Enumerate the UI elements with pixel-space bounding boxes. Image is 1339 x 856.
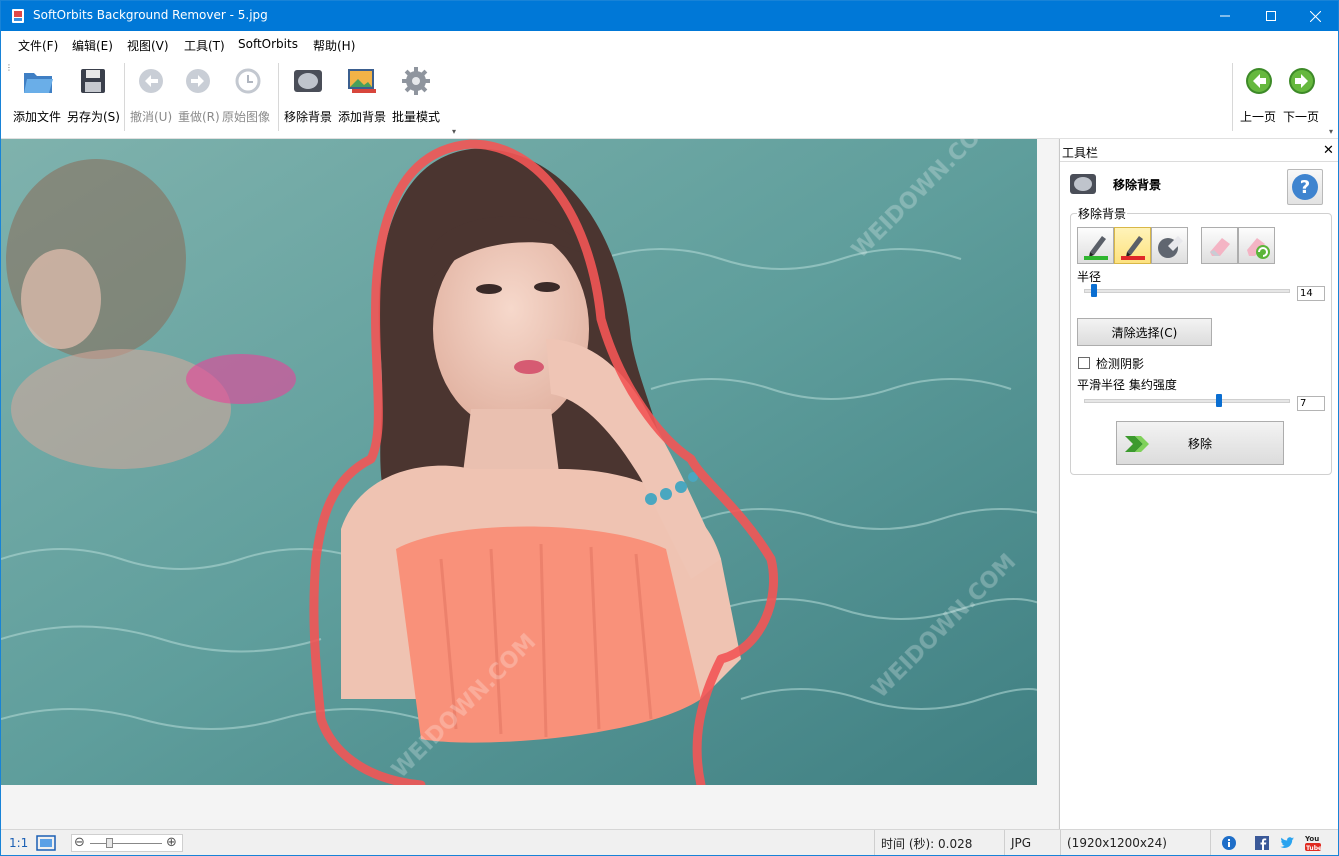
radius-slider-track[interactable] xyxy=(1084,289,1290,293)
image-canvas[interactable]: WEIDOWN.COM WEIDOWN.COM WEIDOWN.COM xyxy=(1,139,1058,829)
toolbar: ⋮ 添加文件 另存为(S) 撤消(U) 重做(R) 原始图像 移除背景 添加背景… xyxy=(1,57,1338,139)
next-page-button[interactable]: 下一页 xyxy=(1282,59,1322,131)
status-dimensions: (1920x1200x24) xyxy=(1060,830,1210,855)
svg-text:Tube: Tube xyxy=(1306,845,1321,852)
keep-marker-button[interactable] xyxy=(1077,227,1114,264)
photo-view[interactable]: WEIDOWN.COM WEIDOWN.COM WEIDOWN.COM xyxy=(1,139,1037,785)
toolbar-overflow[interactable]: ▾ xyxy=(1329,127,1333,136)
twitter-icon[interactable] xyxy=(1279,836,1295,850)
detect-shadow-label: 检测阴影 xyxy=(1096,357,1145,371)
eraser-tool-button[interactable] xyxy=(1151,227,1188,264)
svg-text:?: ? xyxy=(1300,177,1310,198)
minimize-icon xyxy=(1220,15,1230,17)
smooth-slider-thumb[interactable] xyxy=(1216,394,1222,407)
group-caption: 移除背景 xyxy=(1077,205,1128,222)
app-window: SoftOrbits Background Remover - 5.jpg 文件… xyxy=(0,0,1339,856)
zoom-in-icon[interactable]: ⊕ xyxy=(166,835,177,850)
eraser-refresh-button[interactable] xyxy=(1238,227,1275,264)
panel-divider xyxy=(1060,161,1338,162)
menu-file[interactable]: 文件(F) xyxy=(18,37,58,54)
green-arrow-icon xyxy=(1125,436,1149,452)
youtube-icon[interactable]: You Tube xyxy=(1305,834,1321,852)
maximize-icon xyxy=(1266,11,1276,21)
status-format: JPG xyxy=(1004,830,1060,855)
menu-bar: 文件(F) 编辑(E) 视图(V) 工具(T) SoftOrbits 帮助(H) xyxy=(1,31,1338,57)
zoom-slider-track[interactable] xyxy=(90,843,162,844)
add-background-icon xyxy=(348,69,376,93)
detect-shadow-checkbox[interactable] xyxy=(1078,357,1090,369)
toolbar-separator xyxy=(1232,63,1233,131)
menu-tools[interactable]: 工具(T) xyxy=(184,37,225,54)
radius-label: 半径 xyxy=(1077,270,1102,284)
photo-image: WEIDOWN.COM WEIDOWN.COM WEIDOWN.COM xyxy=(1,139,1037,785)
clear-eraser-button[interactable] xyxy=(1201,227,1238,264)
toolbar-grip[interactable]: ⋮ xyxy=(5,63,13,72)
gear-icon xyxy=(402,67,430,95)
zoom-out-icon[interactable]: ⊖ xyxy=(74,835,85,850)
save-as-button[interactable]: 另存为(S) xyxy=(67,59,120,131)
menu-edit[interactable]: 编辑(E) xyxy=(72,37,113,54)
minimize-button[interactable] xyxy=(1202,1,1248,31)
undo-arrow-icon xyxy=(139,69,163,93)
redo-button[interactable]: 重做(R) xyxy=(176,59,220,131)
window-title: SoftOrbits Background Remover - 5.jpg xyxy=(33,8,268,22)
menu-softorbits[interactable]: SoftOrbits xyxy=(238,37,298,51)
title-bar: SoftOrbits Background Remover - 5.jpg xyxy=(1,1,1338,31)
svg-text:You: You xyxy=(1305,835,1319,843)
redo-arrow-icon xyxy=(186,69,210,93)
remove-button[interactable]: 移除 xyxy=(1116,421,1284,465)
red-marker-icon xyxy=(1120,235,1145,260)
help-question-icon: ? xyxy=(1292,174,1318,200)
smooth-slider-track[interactable] xyxy=(1084,399,1290,403)
app-icon xyxy=(12,9,24,23)
open-folder-icon xyxy=(24,73,53,93)
zoom-actual-size[interactable]: 1:1 xyxy=(9,836,28,850)
eraser-icon xyxy=(1209,237,1230,256)
menu-help[interactable]: 帮助(H) xyxy=(313,37,355,54)
undo-button[interactable]: 撤消(U) xyxy=(129,59,173,131)
smooth-label: 平滑半径 集约强度 xyxy=(1077,378,1177,392)
close-icon xyxy=(1309,10,1321,22)
facebook-icon[interactable] xyxy=(1255,836,1269,850)
clock-history-icon xyxy=(235,68,261,94)
original-image-button[interactable]: 原始图像 xyxy=(222,59,273,131)
remove-background-icon xyxy=(294,70,322,92)
smooth-value-field[interactable]: 7 xyxy=(1297,396,1325,411)
toolbar-separator xyxy=(278,63,279,131)
toolbar-overflow[interactable]: ▾ xyxy=(452,127,456,136)
batch-mode-button[interactable]: 批量模式 xyxy=(392,59,440,131)
close-button[interactable] xyxy=(1292,1,1338,31)
remove-marker-button[interactable] xyxy=(1114,227,1151,264)
zoom-slider-thumb[interactable] xyxy=(106,838,113,848)
fit-screen-icon[interactable] xyxy=(36,835,56,851)
add-file-button[interactable]: 添加文件 xyxy=(13,59,61,131)
panel-close-icon[interactable]: ✕ xyxy=(1323,143,1334,158)
add-background-button[interactable]: 添加背景 xyxy=(338,59,386,131)
zoom-control: ⊖ ⊕ xyxy=(71,834,183,852)
radius-value-field[interactable]: 14 xyxy=(1297,286,1325,301)
tools-panel: 工具栏 ✕ 移除背景 ? 移除背景 半径 14 清除选择(C) 检测阴影 平滑半… xyxy=(1059,139,1338,829)
clear-selection-button[interactable]: 清除选择(C) xyxy=(1077,318,1212,346)
eraser-refresh-icon xyxy=(1246,237,1270,259)
menu-view[interactable]: 视图(V) xyxy=(127,37,169,54)
help-button[interactable]: ? xyxy=(1287,169,1323,205)
status-social: You Tube xyxy=(1210,830,1338,855)
status-time: 时间 (秒): 0.028 xyxy=(874,830,1004,855)
remove-background-icon xyxy=(1070,174,1096,194)
radius-slider-thumb[interactable] xyxy=(1091,284,1097,297)
remove-background-button[interactable]: 移除背景 xyxy=(284,59,332,131)
section-title: 移除背景 xyxy=(1113,178,1162,192)
green-marker-icon xyxy=(1083,235,1108,260)
info-icon[interactable] xyxy=(1221,835,1237,851)
prev-page-button[interactable]: 上一页 xyxy=(1239,59,1279,131)
toolbar-separator xyxy=(124,63,125,131)
prev-arrow-icon xyxy=(1246,68,1272,94)
remove-button-label: 移除 xyxy=(1187,436,1212,451)
status-bar: 1:1 ⊖ ⊕ 时间 (秒): 0.028 JPG (1920x1200x24)… xyxy=(1,829,1338,855)
next-arrow-icon xyxy=(1289,68,1315,94)
eraser-gear-icon xyxy=(1157,235,1183,258)
panel-title: 工具栏 xyxy=(1062,146,1099,160)
maximize-button[interactable] xyxy=(1248,1,1294,31)
save-icon xyxy=(81,69,105,93)
